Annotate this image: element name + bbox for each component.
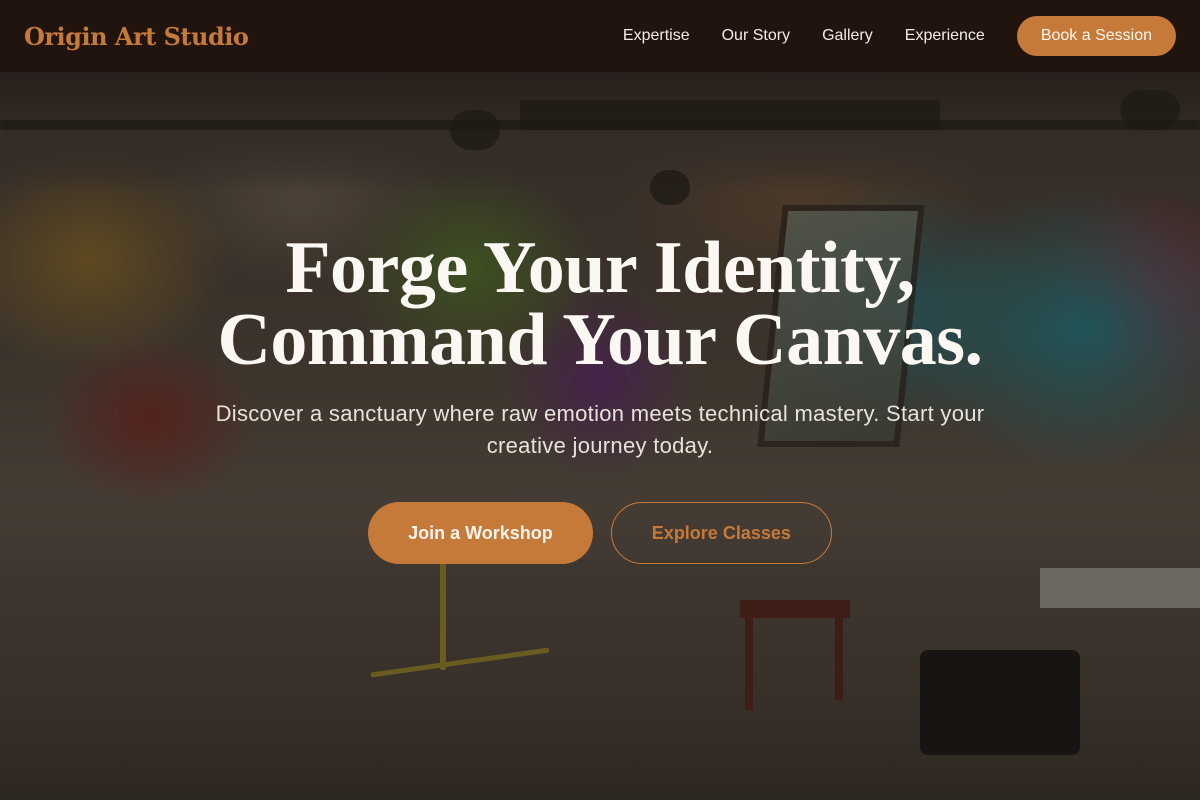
nav-link-experience[interactable]: Experience: [905, 27, 985, 45]
nav-link-expertise[interactable]: Expertise: [623, 27, 690, 45]
join-workshop-button[interactable]: Join a Workshop: [368, 502, 593, 564]
top-navbar: Origin Art Studio Expertise Our Story Ga…: [0, 0, 1200, 72]
explore-classes-button[interactable]: Explore Classes: [610, 502, 832, 564]
hero-title-line-2: Command Your Canvas.: [217, 299, 983, 381]
hero-title-line-1: Forge Your Identity,: [285, 227, 915, 309]
brand-logo[interactable]: Origin Art Studio: [24, 22, 249, 51]
hero-subtitle: Discover a sanctuary where raw emotion m…: [215, 401, 985, 458]
hero-button-group: Join a Workshop Explore Classes: [0, 502, 1200, 564]
hero-title: Forge Your Identity, Command Your Canvas…: [0, 231, 1200, 377]
hero-section: Forge Your Identity, Command Your Canvas…: [0, 231, 1200, 564]
nav-link-our-story[interactable]: Our Story: [722, 27, 790, 45]
book-session-button[interactable]: Book a Session: [1016, 16, 1176, 56]
nav-link-gallery[interactable]: Gallery: [822, 27, 873, 45]
main-nav: Expertise Our Story Gallery Experience B…: [591, 16, 1176, 56]
